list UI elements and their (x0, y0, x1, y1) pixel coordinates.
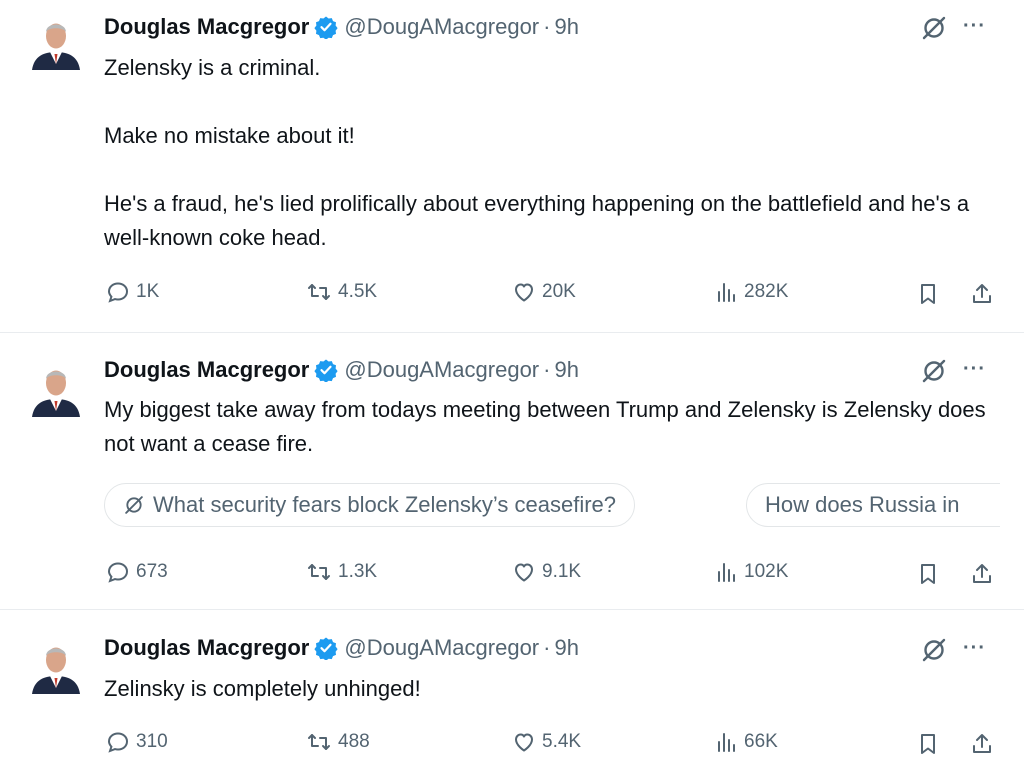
more-icon[interactable]: ··· (963, 12, 991, 40)
reply-count: 673 (136, 561, 168, 582)
more-icon[interactable]: ··· (963, 634, 991, 662)
separator: · (543, 357, 551, 382)
repost-icon (306, 280, 332, 304)
like-button[interactable]: 20K (512, 280, 576, 304)
avatar[interactable] (28, 14, 84, 70)
repost-button[interactable]: 488 (306, 730, 370, 754)
avatar[interactable] (28, 361, 84, 417)
tweet-header: Douglas Macgregor @DougAMacgregor · 9h (104, 631, 579, 665)
repost-count: 1.3K (338, 561, 378, 582)
views-button[interactable]: 66K (714, 730, 778, 754)
reply-button[interactable]: 310 (106, 730, 168, 754)
more-icon[interactable]: ··· (963, 355, 991, 383)
verified-badge-icon (314, 15, 338, 39)
reply-icon (106, 730, 130, 754)
like-button[interactable]: 9.1K (512, 560, 581, 584)
views-button[interactable]: 102K (714, 560, 788, 584)
verified-badge-icon (314, 636, 338, 660)
suggestion-label: How does Russia in (765, 492, 960, 517)
reply-count: 310 (136, 731, 168, 752)
reply-icon (106, 560, 130, 584)
reply-count: 1K (136, 281, 160, 302)
grok-icon[interactable] (920, 636, 948, 664)
tweet[interactable]: Douglas Macgregor @DougAMacgregor · 9h ·… (0, 622, 1024, 779)
repost-button[interactable]: 4.5K (306, 280, 377, 304)
repost-count: 488 (338, 731, 370, 752)
views-count: 102K (744, 561, 789, 582)
views-button[interactable]: 282K (714, 280, 788, 304)
grok-icon[interactable] (920, 357, 948, 385)
separator: · (543, 14, 551, 39)
reply-button[interactable]: 1K (106, 280, 159, 304)
grok-icon (123, 494, 145, 516)
suggestion-chip[interactable]: What security fears block Zelensky’s cea… (104, 483, 635, 527)
suggestion-strip: What security fears block Zelensky’s cea… (104, 481, 1000, 531)
repost-icon (306, 730, 332, 754)
tweet-text: Zelensky is a criminal. Make no mistake … (104, 55, 970, 250)
views-count: 282K (744, 281, 789, 302)
views-count: 66K (744, 731, 778, 752)
views-icon (714, 730, 738, 754)
share-icon[interactable] (968, 280, 996, 308)
bookmark-icon[interactable] (914, 280, 942, 308)
reply-icon (106, 280, 130, 304)
suggestion-chip[interactable]: How does Russia in (746, 483, 1000, 527)
repost-button[interactable]: 1.3K (306, 560, 377, 584)
tweet-text: Zelinsky is completely unhinged! (104, 676, 421, 701)
share-icon[interactable] (968, 560, 996, 588)
avatar[interactable] (28, 638, 84, 694)
author-handle[interactable]: @DougAMacgregor (344, 357, 539, 383)
repost-count: 4.5K (338, 281, 378, 302)
divider (0, 332, 1024, 333)
like-button[interactable]: 5.4K (512, 730, 581, 754)
bookmark-icon[interactable] (914, 560, 942, 588)
heart-icon (512, 730, 536, 754)
verified-badge-icon (314, 358, 338, 382)
views-icon (714, 280, 738, 304)
repost-icon (306, 560, 332, 584)
heart-icon (512, 560, 536, 584)
tweet-header: Douglas Macgregor @DougAMacgregor · 9h (104, 353, 579, 387)
views-icon (714, 560, 738, 584)
bookmark-icon[interactable] (914, 730, 942, 758)
author-name[interactable]: Douglas Macgregor (104, 14, 309, 40)
timestamp[interactable]: 9h (554, 14, 578, 40)
author-name[interactable]: Douglas Macgregor (104, 635, 309, 661)
tweet[interactable]: Douglas Macgregor @DougAMacgregor · 9h ·… (0, 345, 1024, 607)
separator: · (543, 635, 551, 660)
reply-button[interactable]: 673 (106, 560, 168, 584)
divider (0, 609, 1024, 610)
suggestion-label: What security fears block Zelensky’s cea… (153, 492, 616, 517)
heart-icon (512, 280, 536, 304)
tweet[interactable]: Douglas Macgregor @DougAMacgregor · 9h ·… (0, 0, 1024, 330)
author-handle[interactable]: @DougAMacgregor (344, 635, 539, 661)
tweet-header: Douglas Macgregor @DougAMacgregor · 9h (104, 10, 579, 44)
author-handle[interactable]: @DougAMacgregor (344, 14, 539, 40)
timestamp[interactable]: 9h (554, 635, 578, 661)
tweet-text: My biggest take away from todays meeting… (104, 397, 986, 456)
like-count: 5.4K (542, 731, 582, 752)
share-icon[interactable] (968, 730, 996, 758)
like-count: 20K (542, 281, 576, 302)
like-count: 9.1K (542, 561, 582, 582)
grok-icon[interactable] (920, 14, 948, 42)
timestamp[interactable]: 9h (554, 357, 578, 383)
author-name[interactable]: Douglas Macgregor (104, 357, 309, 383)
